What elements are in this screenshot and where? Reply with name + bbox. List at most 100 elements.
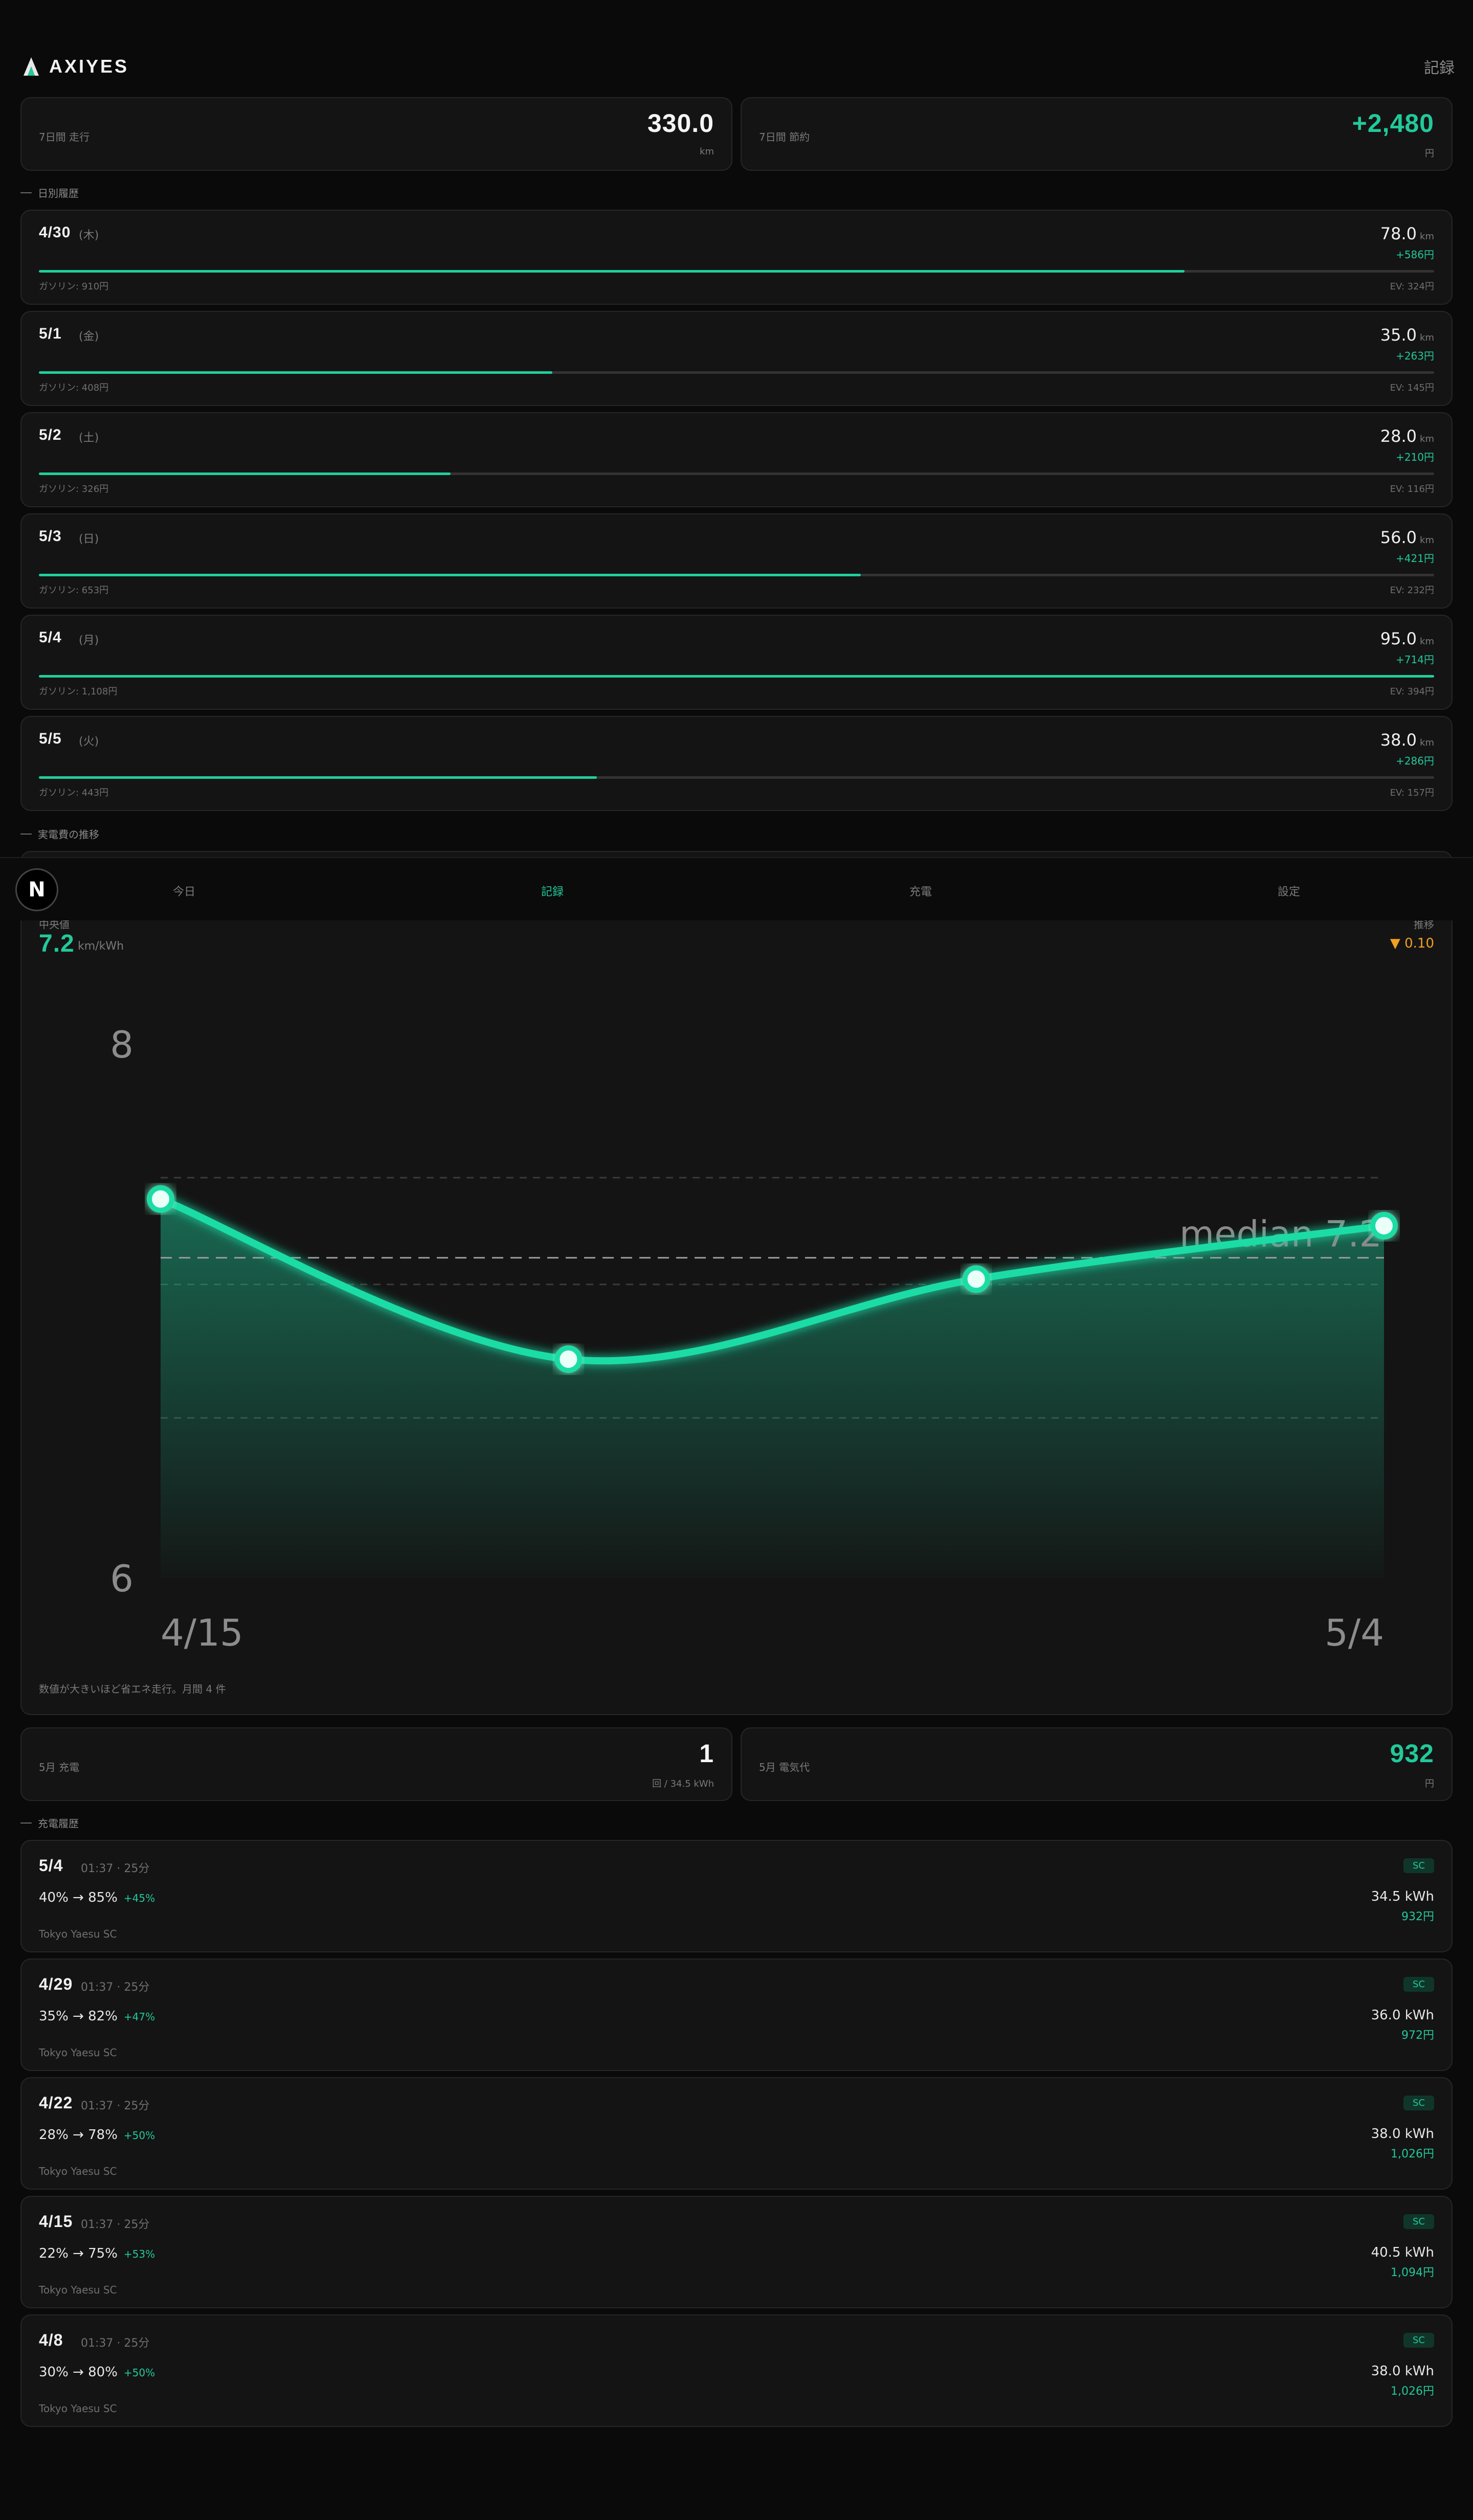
efficiency-trend-title: 実電費の推移 bbox=[20, 826, 99, 841]
charge-date: 5/4 bbox=[39, 1856, 63, 1875]
day-date: 5/5 bbox=[39, 730, 62, 747]
efficiency-area bbox=[161, 1199, 1384, 1578]
day-row[interactable]: 4/30 (木) 78.0 km +586円 ガソリン: 910円 EV: 324… bbox=[20, 210, 1453, 305]
charge-location: Tokyo Yaesu SC bbox=[39, 2165, 117, 2177]
charge-energy: 38.0 kWh bbox=[1371, 2126, 1434, 2142]
data-point[interactable] bbox=[1370, 1211, 1398, 1240]
charge-row[interactable]: 4/8 01:37 · 25分 30% → 80% +50% Tokyo Yaes… bbox=[20, 2314, 1453, 2427]
charge-percent: 22% → 75% +53% bbox=[39, 2246, 155, 2261]
day-savings: +263円 bbox=[1396, 350, 1434, 362]
charge-energy: 34.5 kWh bbox=[1371, 1889, 1434, 1904]
charge-location: Tokyo Yaesu SC bbox=[39, 2046, 117, 2059]
day-savings: +586円 bbox=[1396, 249, 1434, 261]
day-date: 5/1 bbox=[39, 325, 62, 342]
day-distance-bar-fill bbox=[39, 270, 1185, 273]
charge-time: 01:37 · 25分 bbox=[81, 2337, 150, 2350]
monthly-cost-unit: 円 bbox=[1425, 1779, 1434, 1789]
charge-history-title: 充電履歴 bbox=[20, 1815, 79, 1830]
day-weekday: (日) bbox=[79, 533, 99, 546]
charge-cost: 1,026円 bbox=[1391, 2385, 1434, 2398]
day-distance-bar bbox=[39, 574, 1434, 576]
day-distance: 28.0 km bbox=[1380, 426, 1434, 446]
charge-energy: 36.0 kWh bbox=[1371, 2008, 1434, 2023]
charge-date: 4/29 bbox=[39, 1975, 73, 1993]
day-ev-cost: EV: 394円 bbox=[1390, 686, 1434, 697]
charge-cost: 972円 bbox=[1401, 2029, 1434, 2042]
charge-location: Tokyo Yaesu SC bbox=[39, 2284, 117, 2296]
app-logo-button[interactable]: N bbox=[15, 868, 58, 911]
day-savings: +421円 bbox=[1396, 552, 1434, 565]
charger-type-badge: SC bbox=[1403, 1858, 1434, 1873]
day-gas-cost: ガソリン: 653円 bbox=[39, 585, 109, 596]
brand[interactable]: AXIYES bbox=[23, 56, 129, 77]
monthly-charges-label: 5月 充電 bbox=[39, 1761, 80, 1773]
nav-tab-today[interactable]: 今日 bbox=[173, 883, 195, 899]
charger-type-badge: SC bbox=[1403, 2096, 1434, 2110]
charge-date: 4/8 bbox=[39, 2331, 63, 2349]
day-distance: 38.0 km bbox=[1380, 730, 1434, 750]
day-weekday: (火) bbox=[79, 735, 99, 748]
charge-cost: 1,094円 bbox=[1391, 2266, 1434, 2279]
day-gas-cost: ガソリン: 910円 bbox=[39, 281, 109, 292]
day-ev-cost: EV: 116円 bbox=[1390, 484, 1434, 494]
efficiency-note: 数値が大きいほど省エネ走行。月間 4 件 bbox=[39, 1683, 226, 1695]
day-row[interactable]: 5/1 (金) 35.0 km +263円 ガソリン: 408円 EV: 145円 bbox=[20, 311, 1453, 406]
day-row[interactable]: 5/4 (月) 95.0 km +714円 ガソリン: 1,108円 EV: 39… bbox=[20, 615, 1453, 710]
monthly-cost-card: 5月 電気代 932 円 bbox=[741, 1727, 1453, 1801]
day-distance: 78.0 km bbox=[1380, 224, 1434, 243]
nav-tab-records[interactable]: 記録 bbox=[541, 883, 564, 899]
efficiency-chart-card: 中央値 推移 7.2 km/kWh ▼ 0.10 median 7.2 8 6 … bbox=[20, 851, 1453, 1715]
nav-logo-glyph: N bbox=[28, 878, 46, 902]
day-date: 4/30 bbox=[39, 224, 71, 241]
monthly-cost-value: 932 bbox=[1390, 1739, 1434, 1768]
nav-tab-settings[interactable]: 設定 bbox=[1278, 883, 1300, 899]
day-row[interactable]: 5/5 (火) 38.0 km +286円 ガソリン: 443円 EV: 157円 bbox=[20, 716, 1453, 811]
data-point[interactable] bbox=[554, 1345, 583, 1373]
day-distance-bar-fill bbox=[39, 371, 552, 374]
savings-summary-card: 7日間 節約 +2,480 円 bbox=[741, 97, 1453, 171]
axiyes-logo-icon bbox=[24, 57, 39, 76]
charge-date: 4/15 bbox=[39, 2212, 73, 2231]
charge-time: 01:37 · 25分 bbox=[81, 1981, 150, 1994]
charge-row[interactable]: 4/15 01:37 · 25分 22% → 75% +53% Tokyo Yae… bbox=[20, 2196, 1453, 2308]
daily-history-title: 日別履歴 bbox=[20, 185, 79, 200]
charge-cost: 1,026円 bbox=[1391, 2148, 1434, 2161]
x-tick-label: 4/15 bbox=[161, 1611, 243, 1654]
charge-time: 01:37 · 25分 bbox=[81, 2100, 150, 2112]
day-distance-bar bbox=[39, 371, 1434, 374]
day-distance-bar-fill bbox=[39, 675, 1434, 678]
distance-summary-value: 330.0 bbox=[647, 109, 714, 138]
day-distance-bar-fill bbox=[39, 472, 451, 475]
nav-tab-charging[interactable]: 充電 bbox=[909, 883, 932, 899]
data-point[interactable] bbox=[962, 1265, 990, 1293]
charge-percent: 30% → 80% +50% bbox=[39, 2365, 155, 2380]
monthly-charges-value: 1 bbox=[699, 1739, 714, 1768]
charge-row[interactable]: 4/29 01:37 · 25分 35% → 82% +47% Tokyo Yae… bbox=[20, 1959, 1453, 2071]
x-tick-label: 5/4 bbox=[1325, 1611, 1384, 1654]
day-weekday: (土) bbox=[79, 432, 99, 444]
charge-percent: 28% → 78% +50% bbox=[39, 2127, 155, 2143]
day-weekday: (金) bbox=[79, 330, 99, 343]
charge-energy: 38.0 kWh bbox=[1371, 2364, 1434, 2379]
charge-location: Tokyo Yaesu SC bbox=[39, 2402, 117, 2415]
brand-name: AXIYES bbox=[49, 56, 129, 77]
savings-summary-unit: 円 bbox=[1425, 148, 1434, 159]
distance-summary-unit: km bbox=[700, 146, 714, 157]
day-row[interactable]: 5/2 (土) 28.0 km +210円 ガソリン: 326円 EV: 116円 bbox=[20, 412, 1453, 507]
efficiency-chart: median 7.2 8 6 4/15 5/4 bbox=[110, 1023, 1398, 1654]
day-date: 5/3 bbox=[39, 528, 62, 545]
day-distance-bar bbox=[39, 675, 1434, 678]
day-row[interactable]: 5/3 (日) 56.0 km +421円 ガソリン: 653円 EV: 232円 bbox=[20, 513, 1453, 609]
day-gas-cost: ガソリン: 443円 bbox=[39, 788, 109, 798]
charge-row[interactable]: 5/4 01:37 · 25分 40% → 85% +45% Tokyo Yaes… bbox=[20, 1840, 1453, 1952]
data-point[interactable] bbox=[147, 1185, 174, 1213]
charge-row[interactable]: 4/22 01:37 · 25分 28% → 78% +50% Tokyo Yae… bbox=[20, 2077, 1453, 2190]
y-tick-label: 8 bbox=[110, 1023, 133, 1066]
day-distance-bar-fill bbox=[39, 776, 597, 779]
day-ev-cost: EV: 232円 bbox=[1390, 585, 1434, 596]
day-weekday: (月) bbox=[79, 634, 99, 647]
day-distance: 95.0 km bbox=[1380, 629, 1434, 648]
day-savings: +286円 bbox=[1396, 755, 1434, 767]
savings-summary-label: 7日間 節約 bbox=[759, 131, 810, 143]
day-date: 5/2 bbox=[39, 426, 62, 443]
